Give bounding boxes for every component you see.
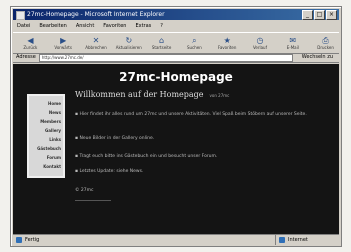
maximize-button[interactable]: □: [314, 10, 325, 20]
history-icon: ◷: [256, 36, 264, 45]
toolbar-label: Favoriten: [217, 45, 237, 50]
toolbar-stop-button[interactable]: ✕ Abbrechen: [83, 34, 110, 53]
stop-icon: ✕: [92, 36, 100, 45]
close-button[interactable]: ×: [326, 10, 337, 20]
page-title: 27mc-Homepage: [119, 70, 233, 84]
window-controls: _ □ ×: [302, 10, 337, 20]
update-paragraph: ▪ Letztes Update: siehe News.: [75, 169, 144, 174]
menu-view[interactable]: Ansicht: [76, 21, 94, 31]
toolbar-mail-button[interactable]: ✉ E-Mail: [279, 34, 306, 53]
internet-zone-icon: [279, 237, 285, 243]
news-paragraph: ▪ Neue Bilder in der Gallery online.: [75, 136, 155, 141]
toolbar-forward-button[interactable]: ▶ Vorwärts: [50, 34, 77, 53]
toolbar-label: Vorwärts: [54, 45, 72, 50]
ie-icon: [16, 11, 25, 20]
sidebar-item-contact[interactable]: Kontakt: [31, 162, 61, 171]
toolbar-refresh-button[interactable]: ↻ Aktualisieren: [115, 34, 142, 53]
minimize-button[interactable]: _: [302, 10, 313, 20]
print-icon: ⎙: [322, 36, 329, 45]
toolbar-label: Startseite: [151, 45, 172, 50]
toolbar-label: Abbrechen: [85, 45, 107, 50]
go-button[interactable]: Wechseln zu: [296, 53, 339, 62]
page-icon: [16, 237, 22, 243]
status-zone: Internet: [275, 235, 339, 245]
search-icon: ⌕: [192, 36, 197, 45]
toolbar-label: Drucken: [317, 45, 334, 50]
intro-paragraph: ▪ Hier findet ihr alles rund um 27mc und…: [75, 112, 307, 117]
sidebar-item-forum[interactable]: Forum: [31, 153, 61, 162]
home-icon: ⌂: [159, 36, 165, 45]
address-input[interactable]: http://www.27mc.de/: [38, 53, 293, 62]
back-icon: ◀: [27, 36, 34, 45]
sidebar-item-links[interactable]: Links: [31, 135, 61, 144]
menu-tools[interactable]: Extras: [135, 21, 151, 31]
address-label: Adresse: [16, 54, 36, 60]
menu-favorites[interactable]: Favoriten: [103, 21, 126, 31]
sidebar-item-gallery[interactable]: Gallery: [31, 126, 61, 135]
menu-bar: Datei Bearbeiten Ansicht Favoriten Extra…: [13, 21, 339, 31]
footer-text: © 27mc: [75, 188, 94, 193]
toolbar-print-button[interactable]: ⎙ Drucken: [312, 34, 339, 53]
greeting-small: von 27mc: [209, 93, 230, 98]
browser-window: 27mc-Homepage - Microsoft Internet Explo…: [10, 6, 342, 247]
sidebar-item-guestbook[interactable]: Gästebuch: [31, 144, 61, 153]
desktop-background: 27mc-Homepage - Microsoft Internet Explo…: [0, 0, 351, 252]
menu-edit[interactable]: Bearbeiten: [39, 21, 66, 31]
sidebar-item-home[interactable]: Home: [31, 99, 61, 108]
toolbar-label: Verlauf: [252, 45, 267, 50]
toolbar-search-button[interactable]: ⌕ Suchen: [181, 34, 208, 53]
title-bar[interactable]: 27mc-Homepage - Microsoft Internet Explo…: [13, 9, 339, 20]
toolbar: ◀ Zurück ▶ Vorwärts ✕ Abbrechen ↻ Aktualisie…: [13, 32, 339, 54]
mail-icon: ✉: [289, 36, 297, 45]
guestbook-paragraph: ▪ Tragt euch bitte ins Gästebuch ein und…: [75, 154, 218, 159]
zone-text: Internet: [288, 237, 308, 243]
menu-help[interactable]: ?: [160, 21, 163, 31]
refresh-icon: ↻: [125, 36, 133, 45]
status-left: Fertig: [16, 235, 275, 245]
toolbar-label: Suchen: [186, 45, 202, 50]
forward-icon: ▶: [60, 36, 67, 45]
toolbar-favorites-button[interactable]: ★ Favoriten: [214, 34, 241, 53]
window-title: 27mc-Homepage - Microsoft Internet Explo…: [27, 11, 165, 18]
status-text: Fertig: [25, 237, 40, 243]
toolbar-label: Aktualisieren: [115, 45, 142, 50]
sidebar-item-news[interactable]: News: [31, 108, 61, 117]
favorites-icon: ★: [223, 36, 231, 45]
toolbar-label: E-Mail: [286, 45, 299, 50]
address-bar: Adresse http://www.27mc.de/ Wechseln zu: [13, 53, 339, 63]
page-content: 27mc-Homepage Home News Members Gallery …: [13, 64, 339, 234]
status-bar: Fertig Internet: [13, 234, 339, 245]
menu-file[interactable]: Datei: [17, 21, 30, 31]
toolbar-label: Zurück: [23, 45, 38, 50]
toolbar-home-button[interactable]: ⌂ Startseite: [148, 34, 175, 53]
sidebar-nav: Home News Members Gallery Links Gästebuc…: [27, 94, 65, 178]
toolbar-history-button[interactable]: ◷ Verlauf: [247, 34, 274, 53]
sidebar-item-members[interactable]: Members: [31, 117, 61, 126]
divider: [75, 200, 111, 201]
toolbar-back-button[interactable]: ◀ Zurück: [17, 34, 44, 53]
greeting-heading: Willkommen auf der Homepage von 27mc: [75, 90, 275, 99]
greeting-text: Willkommen auf der Homepage: [75, 90, 204, 99]
